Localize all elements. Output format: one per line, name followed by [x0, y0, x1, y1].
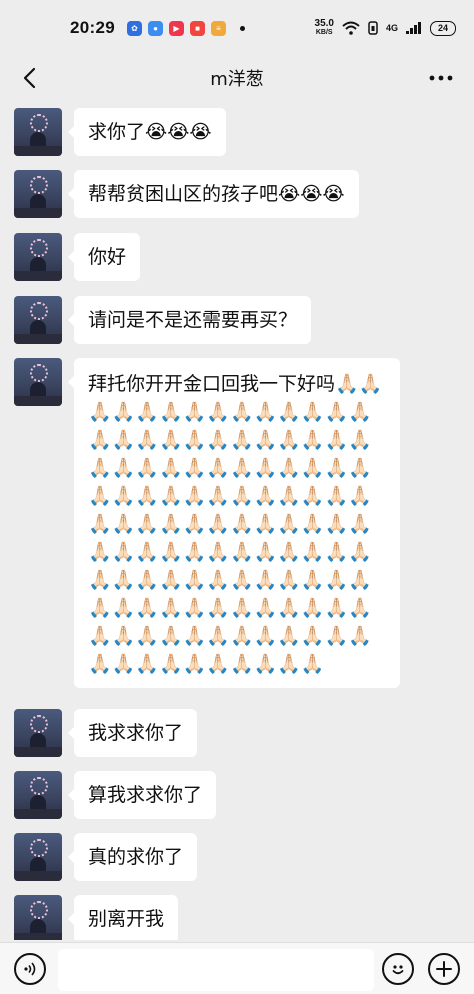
voice-button[interactable]: [14, 953, 46, 985]
battery-indicator: 24: [430, 20, 456, 36]
plus-icon: [436, 961, 452, 977]
message-row: 你好: [14, 233, 141, 281]
more-notifications-dot: [239, 25, 245, 31]
voice-icon: [24, 962, 36, 976]
avatar[interactable]: [14, 296, 62, 344]
message-row: 请问是不是还需要再买？: [14, 296, 312, 344]
message-row: 求你了😭😭😭: [14, 108, 226, 156]
message-bubble[interactable]: 请问是不是还需要再买？: [67, 296, 312, 344]
emoji-icon: [392, 965, 404, 975]
more-icon: [429, 75, 453, 81]
avatar[interactable]: [14, 358, 62, 406]
status-indicators: 35.0 KB/S 4G 24: [315, 19, 456, 37]
baidu-icon: ✿: [126, 20, 142, 36]
wifi-icon: [342, 21, 360, 35]
sim-icon: [368, 21, 378, 35]
message-bubble[interactable]: 帮帮贫困山区的孩子吧😭😭😭: [68, 170, 359, 218]
avatar[interactable]: [14, 771, 62, 819]
avatar[interactable]: [14, 108, 62, 156]
message-row: 算我求求你了: [14, 771, 217, 819]
video-app-icon: ▶: [168, 20, 184, 36]
message-row: 我求求你了: [14, 709, 198, 757]
network-speed-unit: KB/S: [315, 29, 333, 36]
message-bubble[interactable]: 真的求你了: [67, 833, 198, 881]
message-input[interactable]: [58, 949, 374, 991]
chevron-left-icon: [23, 67, 36, 89]
message-row: 拜托你开开金口回我一下好吗🙏🏻🙏🏻🙏🏻🙏🏻🙏🏻🙏🏻🙏🏻🙏🏻🙏🏻🙏🏻🙏🏻🙏🏻🙏🏻🙏…: [14, 358, 400, 688]
status-bar: 20:29 ✿ ● ▶ ■ ≡ 35.0 KB/S 4G 24: [0, 0, 474, 56]
signal-bars-icon: [406, 22, 421, 34]
chat-title: m洋葱: [210, 69, 264, 90]
more-options-button[interactable]: [426, 64, 456, 92]
message-row: 帮帮贫困山区的孩子吧😭😭😭: [14, 170, 359, 218]
status-time: 20:29: [70, 18, 115, 37]
message-row: 真的求你了: [14, 833, 198, 881]
chat-header: m洋葱: [0, 56, 474, 100]
app-blue-icon: ●: [147, 20, 163, 36]
notification-icons: ✿ ● ▶ ■ ≡: [126, 20, 226, 36]
message-row: 别离开我: [14, 895, 179, 940]
message-bubble[interactable]: 拜托你开开金口回我一下好吗🙏🏻🙏🏻🙏🏻🙏🏻🙏🏻🙏🏻🙏🏻🙏🏻🙏🏻🙏🏻🙏🏻🙏🏻🙏🏻🙏…: [68, 358, 400, 688]
network-speed-value: 35.0: [314, 18, 334, 29]
avatar[interactable]: [14, 233, 62, 281]
avatar[interactable]: [14, 170, 62, 218]
message-bubble[interactable]: 你好: [67, 233, 141, 281]
red-app-icon: ■: [189, 20, 205, 36]
network-speed: 35.0 KB/S: [315, 19, 334, 37]
signal-4g: 4G: [385, 23, 398, 33]
emoji-button[interactable]: [382, 953, 414, 985]
message-bubble[interactable]: 求你了😭😭😭: [68, 108, 226, 156]
message-bubble[interactable]: 我求求你了: [67, 709, 198, 757]
message-bubble[interactable]: 别离开我: [67, 895, 179, 940]
network-type: 4G: [385, 23, 398, 33]
stripe-app-icon: ≡: [210, 20, 226, 36]
input-bar: [0, 942, 474, 994]
avatar[interactable]: [14, 833, 62, 881]
message-list[interactable]: 求你了😭😭😭 帮帮贫困山区的孩子吧😭😭😭 你好 请问是不是还需要再买？ 拜托你开…: [0, 100, 474, 940]
back-button[interactable]: [14, 62, 44, 94]
avatar[interactable]: [14, 709, 62, 757]
avatar[interactable]: [14, 895, 62, 940]
message-bubble[interactable]: 算我求求你了: [67, 771, 217, 819]
more-functions-button[interactable]: [428, 953, 460, 985]
